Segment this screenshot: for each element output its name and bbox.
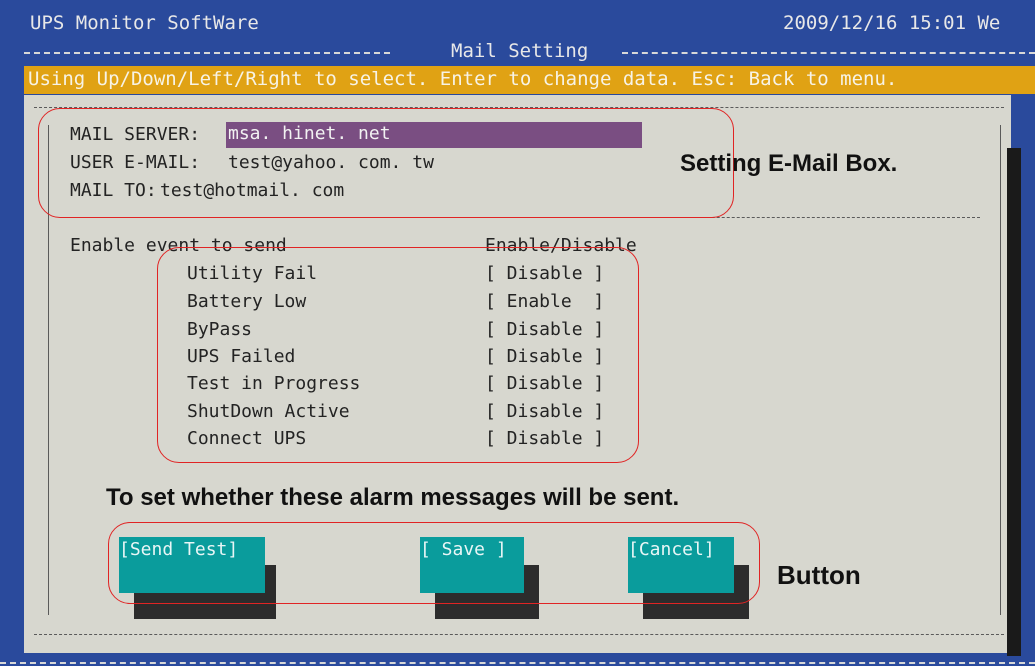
status-hint-bar: Using Up/Down/Left/Right to select. Ente… [24, 66, 1035, 94]
buttons-callout-outline [108, 522, 760, 604]
screen-title: Mail Setting [451, 40, 589, 62]
app-title: UPS Monitor SoftWare [30, 12, 259, 34]
alarms-annotation: To set whether these alarm messages will… [106, 484, 680, 511]
header-divider-right [622, 52, 1035, 54]
mailbox-annotation: Setting E-Mail Box. [680, 150, 898, 177]
scrollbar[interactable] [1007, 148, 1021, 656]
panel-right-border [1000, 125, 1001, 615]
datetime-display: 2009/12/16 15:01 We [783, 12, 1001, 34]
events-callout-outline [157, 247, 639, 463]
header-divider-left [24, 52, 390, 54]
status-hint-text: Using Up/Down/Left/Right to select. Ente… [28, 68, 898, 90]
panel-bottom-border [34, 634, 1004, 635]
mailbox-callout-outline [38, 108, 734, 218]
screen-bottom-border [0, 662, 1035, 664]
button-annotation: Button [777, 560, 861, 590]
